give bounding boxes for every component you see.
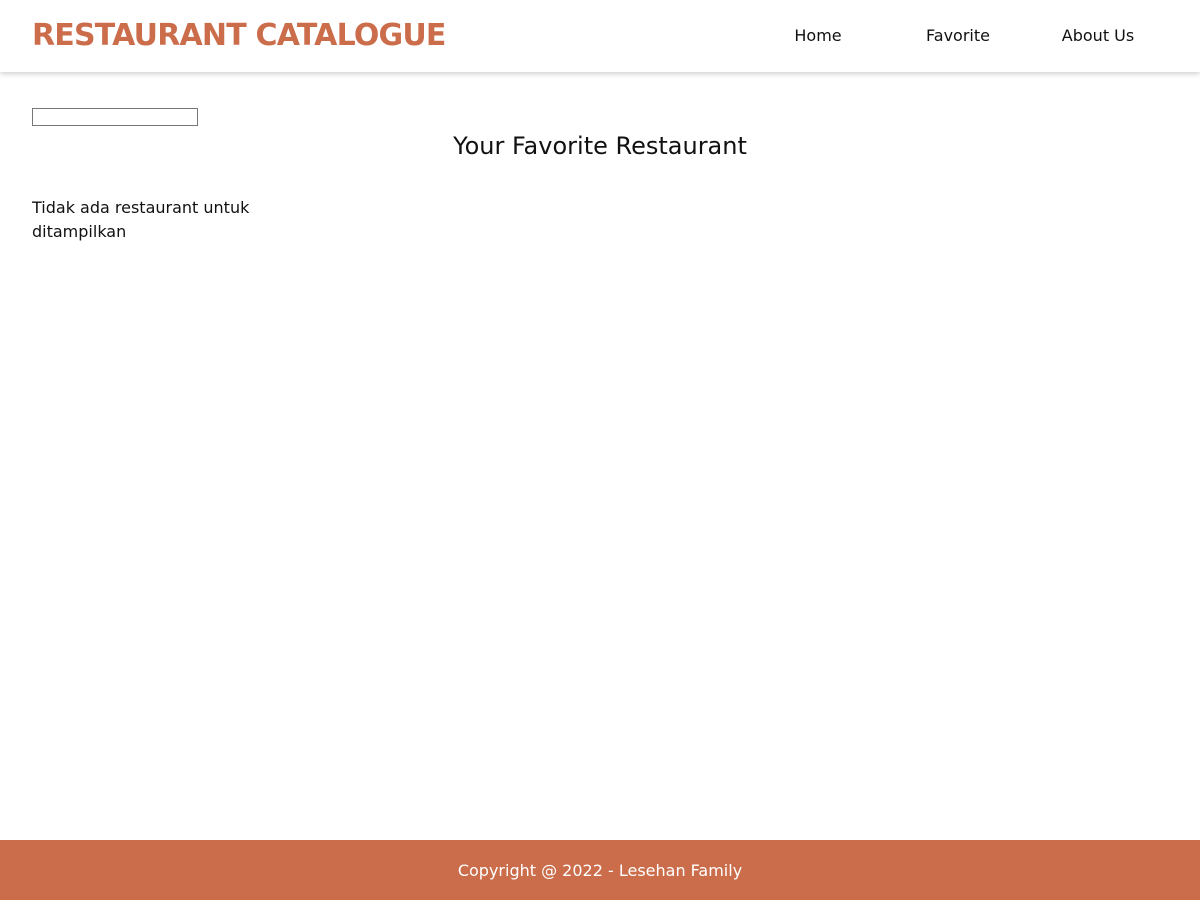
app-header: RESTAURANT CATALOGUE Home Favorite About… [0, 0, 1200, 72]
nav-about-us-link[interactable]: About Us [1028, 14, 1168, 58]
nav-favorite-link[interactable]: Favorite [888, 14, 1028, 58]
main-content: Your Favorite Restaurant Tidak ada resta… [0, 72, 1200, 840]
app-root: RESTAURANT CATALOGUE Home Favorite About… [0, 0, 1200, 900]
page-title: Your Favorite Restaurant [453, 132, 747, 160]
search-input[interactable] [32, 108, 198, 126]
empty-state-message: Tidak ada restaurant untuk ditampilkan [32, 198, 250, 241]
copyright-text: Copyright @ 2022 - Lesehan Family [457, 860, 743, 880]
nav-home-link[interactable]: Home [748, 14, 888, 58]
app-footer: Copyright @ 2022 - Lesehan Family [0, 840, 1200, 900]
main-nav: Home Favorite About Us [748, 0, 1168, 72]
brand-logo[interactable]: RESTAURANT CATALOGUE [32, 14, 446, 58]
